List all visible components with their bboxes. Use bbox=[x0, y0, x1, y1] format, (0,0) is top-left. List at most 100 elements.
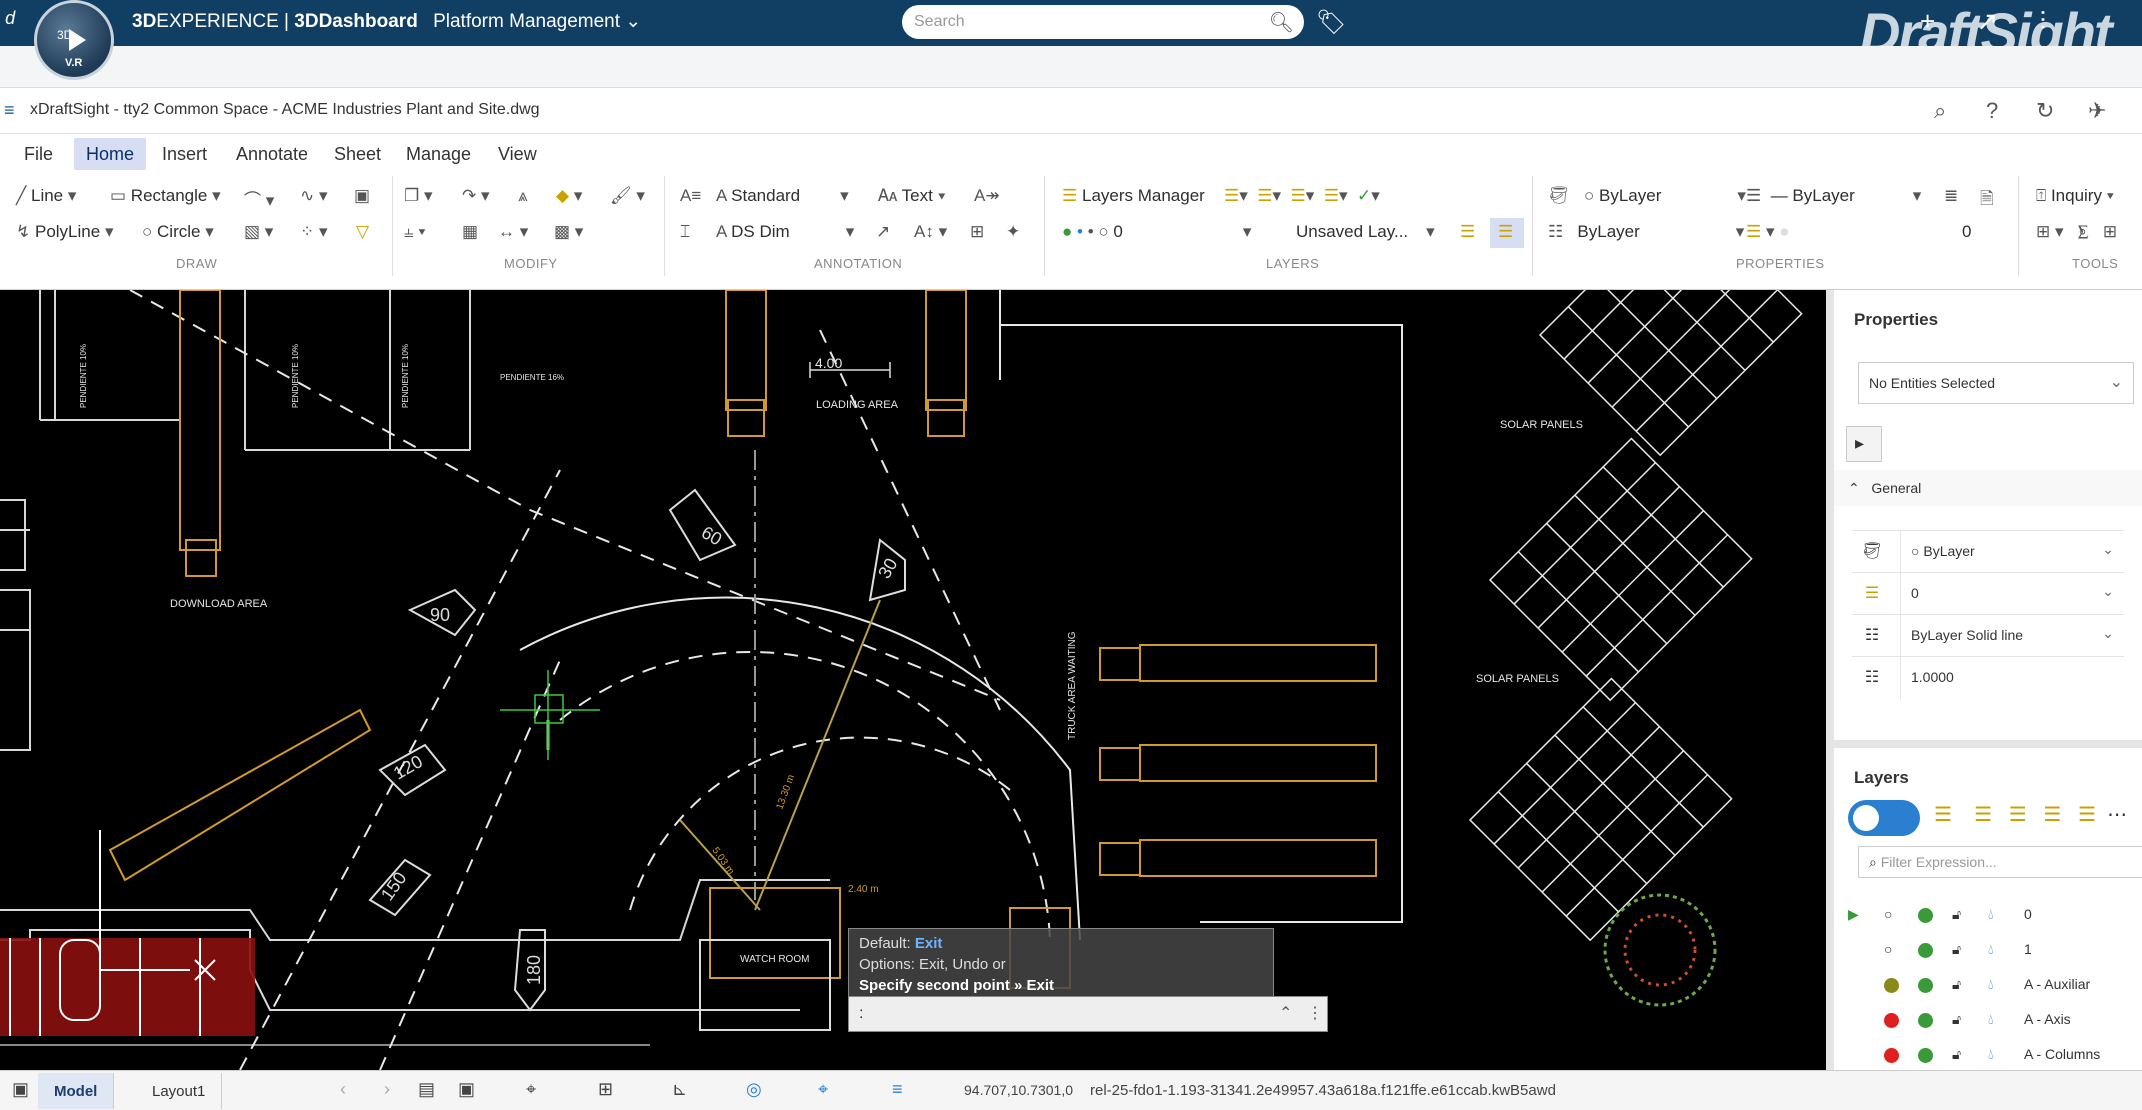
esnap-icon[interactable]: ⌖ bbox=[818, 1079, 828, 1100]
dimension-button[interactable]: ⌶ bbox=[680, 222, 690, 242]
drop-icon[interactable]: 💧︎ bbox=[1988, 976, 1994, 993]
current-layer-dropdown[interactable]: ● • • ○ 0 ▾ bbox=[1062, 222, 1251, 242]
layer-row[interactable]: 🔓︎ 💧︎ A - Axis bbox=[1834, 1003, 2142, 1038]
more-vertical-icon[interactable]: ⋮ bbox=[1307, 1003, 1323, 1023]
layer-on-icon[interactable] bbox=[1918, 908, 1933, 923]
tab-sheet[interactable]: Sheet bbox=[322, 138, 393, 170]
tag-icon[interactable]: 🏷︎ bbox=[1316, 8, 1346, 37]
brand-context[interactable]: Platform Management bbox=[433, 11, 620, 32]
tab-home[interactable]: Home bbox=[74, 138, 147, 170]
match-button[interactable]: 🖌︎ ▾ bbox=[610, 186, 645, 206]
multiline-text-button[interactable]: A≡ bbox=[680, 186, 701, 206]
lock-icon[interactable]: 🔓︎ bbox=[1952, 1046, 1961, 1063]
chevron-down-icon[interactable]: ⌄ bbox=[625, 11, 641, 32]
region-button[interactable]: ▣ bbox=[354, 186, 370, 206]
more-icon[interactable]: ⋯ bbox=[2107, 804, 2127, 826]
list-button[interactable]: ≣ bbox=[1944, 186, 1958, 206]
lock-icon[interactable]: 🔓︎ bbox=[1952, 941, 1961, 958]
layer-tools[interactable]: ☰▾ ☰▾ ☰▾ ☰▾ ✓▾ bbox=[1224, 186, 1380, 206]
compass-widget[interactable]: 3D V.R bbox=[34, 0, 114, 80]
play-icon[interactable] bbox=[69, 29, 86, 51]
layer-freeze-icon[interactable]: ☰ bbox=[2009, 804, 2027, 826]
tab-insert[interactable]: Insert bbox=[150, 138, 219, 170]
tab-annotate[interactable]: Annotate bbox=[224, 138, 320, 170]
array-button[interactable]: ▦ bbox=[462, 222, 478, 242]
leader-button[interactable]: ↗ bbox=[876, 222, 890, 242]
text-button[interactable]: 🗛︎ Text ▾ bbox=[878, 186, 946, 206]
layer-filter-input[interactable]: ⌕ Filter Expression... bbox=[1858, 846, 2142, 878]
grid-icon[interactable]: ⊞ bbox=[598, 1079, 613, 1100]
transparency-dropdown[interactable]: ☰ ▾ ● bbox=[1746, 222, 1790, 242]
layers-manager-button[interactable]: ☰ Layers Manager bbox=[1062, 186, 1205, 206]
property-row-color[interactable]: 🪣︎ ○ ByLayer ⌄ bbox=[1852, 530, 2124, 573]
layer-on-icon[interactable] bbox=[1918, 978, 1933, 993]
snap-icon[interactable]: ⌖ bbox=[526, 1079, 536, 1100]
match-properties-button[interactable]: 🪣︎ bbox=[1548, 186, 1570, 206]
tab-model[interactable]: Model bbox=[38, 1073, 115, 1109]
ortho-icon[interactable]: ⊾ bbox=[672, 1079, 687, 1100]
table-button[interactable]: ⊞ bbox=[970, 222, 984, 242]
tab-manage[interactable]: Manage bbox=[394, 138, 483, 170]
drop-icon[interactable]: 💧︎ bbox=[1988, 906, 1994, 923]
layer-state-dropdown[interactable]: Unsaved Lay... ▾ bbox=[1296, 222, 1435, 242]
search-icon[interactable]: ⌕ bbox=[1934, 98, 1946, 124]
transparency-value[interactable]: 0 bbox=[1962, 222, 1971, 242]
3ds-logo-icon[interactable]: ᵈ bbox=[4, 6, 14, 37]
help-icon[interactable]: ? bbox=[1986, 98, 1998, 124]
lineweight-dropdown[interactable]: ☰ — ByLayer ▾ bbox=[1746, 186, 1921, 206]
tab-file[interactable]: File bbox=[12, 138, 65, 170]
drop-icon[interactable]: 💧︎ bbox=[1988, 1011, 1994, 1028]
new-layout-icon[interactable]: ▣ bbox=[458, 1079, 475, 1100]
layer-color-swatch[interactable] bbox=[1884, 978, 1899, 993]
layer-row[interactable]: ○ 🔓︎ 💧︎ 1 bbox=[1834, 933, 2142, 968]
window-icon[interactable]: ▣ bbox=[12, 1079, 29, 1100]
dim-style-dropdown[interactable]: A DS Dim ▾ bbox=[716, 222, 854, 242]
line-button[interactable]: ╱ Line ▾ bbox=[16, 186, 76, 206]
rectangle-button[interactable]: ▭ Rectangle ▾ bbox=[110, 186, 221, 206]
layer-isolate-button[interactable]: ☰ bbox=[1490, 218, 1524, 248]
add-icon[interactable]: + bbox=[1920, 6, 1935, 36]
layer-on-icon[interactable] bbox=[1918, 943, 1933, 958]
layout-manager-icon[interactable]: ▤ bbox=[418, 1079, 435, 1100]
search-icon[interactable]: 🔍︎ bbox=[1269, 10, 1294, 35]
search-input[interactable]: Search 🔍︎ bbox=[902, 5, 1304, 39]
layers-toggle[interactable] bbox=[1848, 800, 1920, 836]
linetype-dropdown[interactable]: ☷ ByLayer ▾ bbox=[1548, 222, 1744, 242]
wipeout-button[interactable]: ▽ bbox=[356, 222, 369, 242]
pin-icon[interactable]: ✈ bbox=[2088, 98, 2106, 124]
erase-button[interactable]: ◆ ▾ bbox=[556, 186, 582, 206]
layer-color-swatch[interactable] bbox=[1884, 1013, 1899, 1028]
trim-button[interactable]: ⫨ ▾ bbox=[404, 222, 425, 242]
layer-row[interactable]: ▶ ○ 🔓︎ 💧︎ 0 bbox=[1834, 898, 2142, 933]
polyline-button[interactable]: ↯ PolyLine ▾ bbox=[16, 222, 113, 242]
layer-row[interactable]: 🔓︎ 💧︎ A - Columns bbox=[1834, 1038, 2142, 1073]
text-edit-button[interactable]: A↠ bbox=[974, 186, 1000, 206]
property-row-layer[interactable]: ☰ 0 ⌄ bbox=[1852, 572, 2124, 615]
layer-on-icon[interactable] bbox=[1918, 1048, 1933, 1063]
drop-icon[interactable]: 💧︎ bbox=[1988, 1046, 1994, 1063]
refresh-icon[interactable]: ↻ bbox=[2036, 98, 2054, 124]
circle-button[interactable]: ○ Circle ▾ bbox=[142, 222, 214, 242]
new-layer-icon[interactable]: ☰ bbox=[1934, 804, 1952, 826]
document-button[interactable]: 🗎︎ bbox=[1980, 186, 1994, 215]
polar-icon[interactable]: ◎ bbox=[746, 1079, 762, 1100]
property-row-scale[interactable]: ☷ 1.0000 bbox=[1852, 656, 2124, 699]
stretch-button[interactable]: ↔ ▾ bbox=[498, 222, 528, 242]
layer-row[interactable]: 🔓︎ 💧︎ A - Auxiliar bbox=[1834, 968, 2142, 1003]
layer-merge-icon[interactable]: ☰ bbox=[2078, 804, 2096, 826]
chevron-left-icon[interactable]: ‹ bbox=[340, 1079, 346, 1100]
tools-buttons[interactable]: ⊞ ▾ ⨊ ⊞ bbox=[2036, 222, 2117, 242]
layer-on-icon[interactable] bbox=[1918, 1013, 1933, 1028]
layer-delete-icon[interactable]: ☰ bbox=[2043, 804, 2061, 826]
copy-button[interactable]: ❐ ▾ bbox=[404, 186, 433, 206]
inquiry-button[interactable]: ⍐ Inquiry ▾ bbox=[2036, 186, 2114, 206]
property-row-linetype[interactable]: ☷ ByLayer Solid line ⌄ bbox=[1852, 614, 2124, 657]
tab-layout1[interactable]: Layout1 bbox=[136, 1073, 223, 1109]
layer-actions[interactable]: ☰ ☰ ☰ ☰ ☰ ⋯ bbox=[1934, 802, 2127, 827]
arc-button[interactable]: ⌒ ▾ bbox=[244, 186, 274, 211]
lock-icon[interactable]: 🔓︎ bbox=[1952, 976, 1961, 993]
compass-menu-icon[interactable]: ⫶ bbox=[2039, 6, 2046, 36]
etrack-icon[interactable]: ≡ bbox=[892, 1079, 903, 1100]
offset-button[interactable]: ⩓ bbox=[518, 186, 528, 206]
share-icon[interactable]: ↗ bbox=[1976, 6, 1998, 36]
